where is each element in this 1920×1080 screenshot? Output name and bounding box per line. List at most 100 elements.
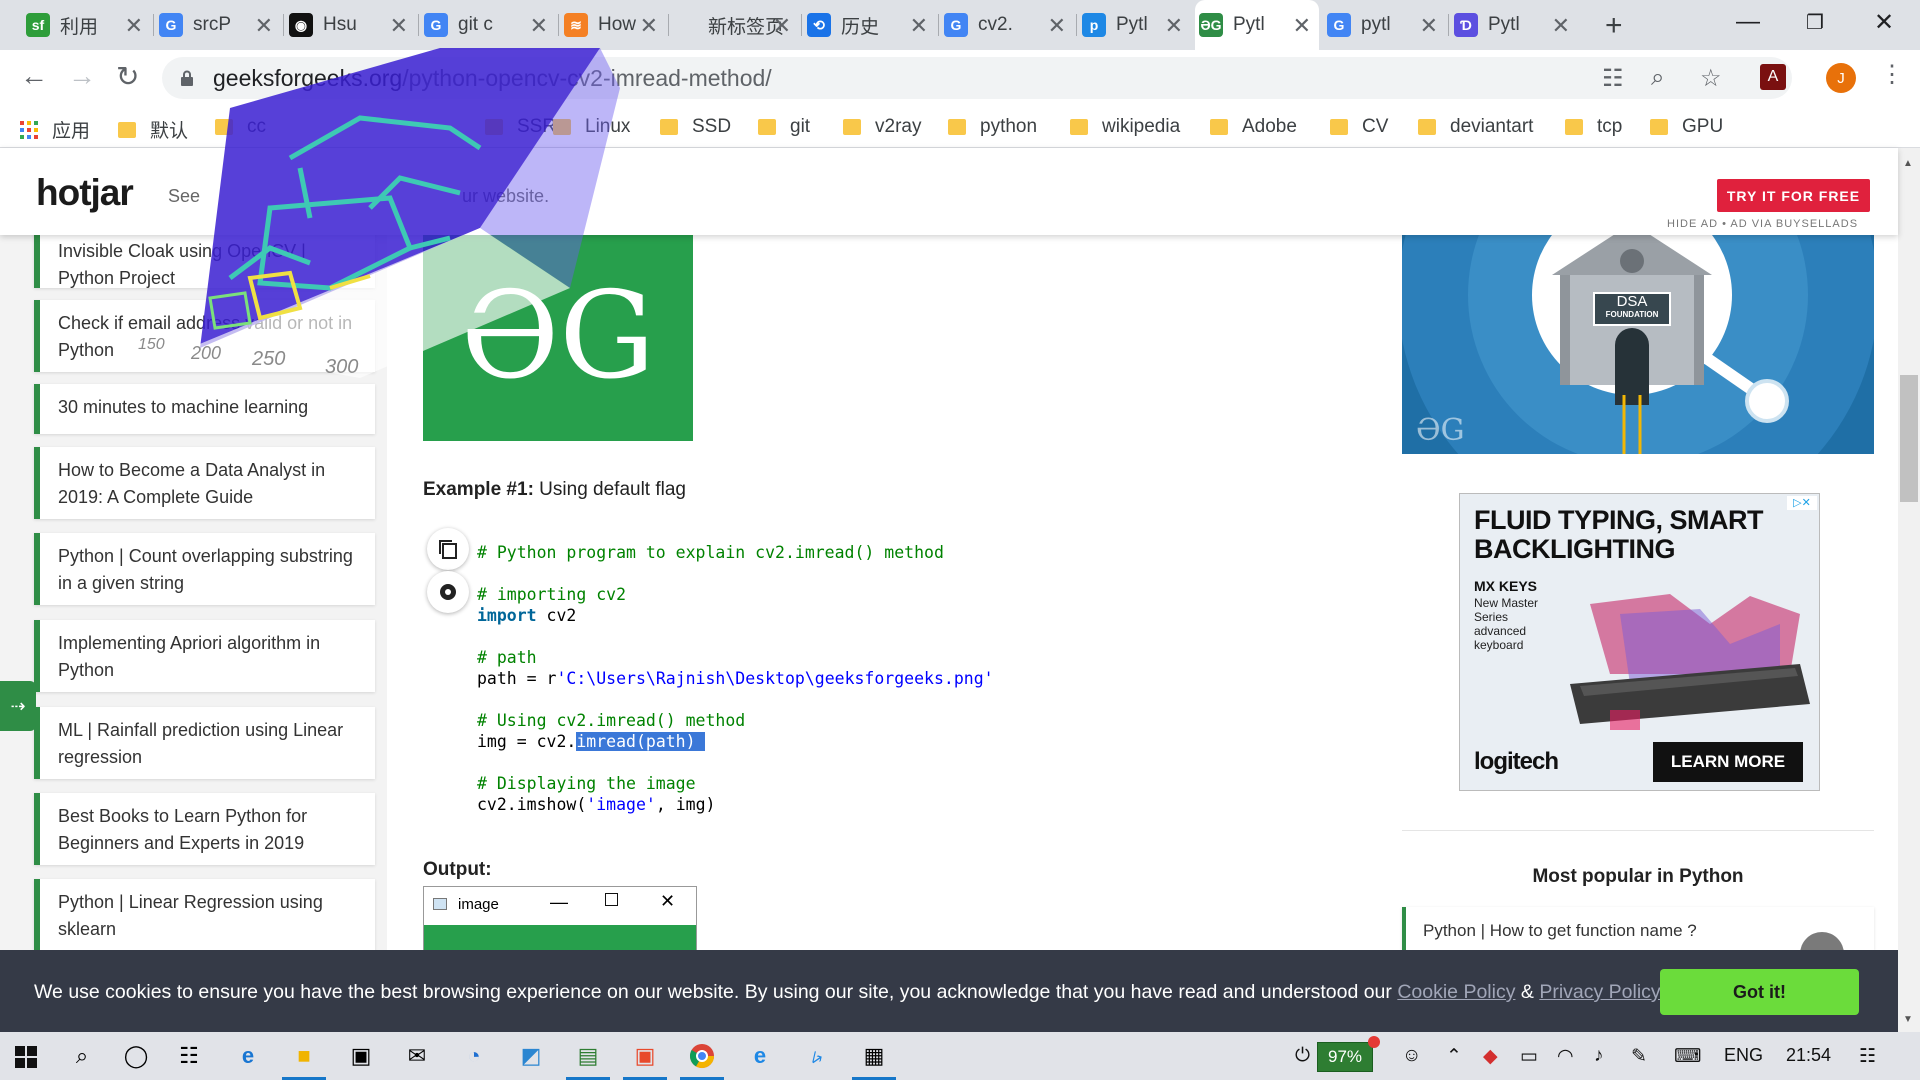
back-icon[interactable]: ← (20, 60, 48, 92)
bookmark-folder[interactable]: 默认 (118, 116, 188, 143)
minimize-icon[interactable]: — (1736, 8, 1760, 36)
browser-tab[interactable]: ◉ Hsu ✕ (285, 0, 416, 50)
sidebar-link[interactable]: How to Become a Data Analyst in 2019: A … (34, 447, 375, 519)
app-icon-3[interactable]: ⭟ (803, 1042, 831, 1070)
action-center-icon[interactable]: ☷ (1859, 1045, 1876, 1068)
notepad-plus-icon[interactable]: ▤ (574, 1042, 602, 1070)
chrome-icon[interactable] (688, 1042, 716, 1070)
bookmark-folder[interactable]: python (948, 116, 1037, 138)
bookmark-folder[interactable]: deviantart (1418, 116, 1533, 138)
bookmark-folder[interactable]: Linux (553, 116, 630, 138)
code-selection[interactable]: imread(path) (576, 732, 706, 751)
language-indicator[interactable]: ENG (1724, 1045, 1763, 1066)
reload-icon[interactable]: ↻ (116, 60, 139, 93)
window-close-icon[interactable]: ✕ (660, 891, 675, 912)
close-window-icon[interactable]: ✕ (1874, 8, 1894, 37)
browser-tab[interactable]: sf 利用 ✕ (22, 0, 151, 50)
bookmark-folder[interactable]: GPU (1650, 116, 1723, 138)
scroll-up-icon[interactable]: ▲ (1903, 158, 1913, 169)
mail-icon[interactable]: ✉ (403, 1042, 431, 1070)
scroll-down-icon[interactable]: ▼ (1903, 1014, 1913, 1025)
tab-close-icon[interactable]: ✕ (255, 13, 273, 39)
browser-tab[interactable]: Ɗ Pytl ✕ (1450, 0, 1578, 50)
browser-tab[interactable]: p Pytl ✕ (1078, 0, 1191, 50)
browser-tab[interactable]: Ggit c ✕ (420, 0, 556, 50)
tab-close-icon[interactable]: ✕ (1293, 13, 1311, 39)
edge-icon[interactable]: e (234, 1042, 262, 1070)
hotjar-logo[interactable]: hotjar (36, 172, 134, 214)
translate-icon[interactable]: ☷ (1602, 64, 1624, 93)
forward-icon[interactable]: → (68, 60, 96, 92)
tab-close-icon[interactable]: ✕ (1420, 13, 1438, 39)
browser-tab[interactable]: ƏG Pytl ✕ (1195, 0, 1319, 50)
bookmark-folder[interactable]: git (758, 116, 810, 138)
profile-avatar[interactable]: J (1826, 63, 1856, 93)
task-view-icon[interactable]: ☷ (175, 1042, 203, 1070)
sidebar-link[interactable]: Python | Count overlapping substring in … (34, 533, 375, 605)
adchoices-icon[interactable]: ▷✕ (1787, 496, 1817, 510)
sidebar-link[interactable]: Invisible Cloak using OpenCV | Python Pr… (34, 226, 375, 288)
bookmark-folder[interactable]: CV (1330, 116, 1388, 138)
volume-icon[interactable]: ♪ (1594, 1045, 1604, 1067)
sidebar-link[interactable]: Best Books to Learn Python for Beginners… (34, 793, 375, 865)
tab-close-icon[interactable]: ✕ (390, 13, 408, 39)
acrobat-icon[interactable]: A (1760, 64, 1786, 90)
run-code-icon[interactable] (427, 571, 469, 613)
browser-tab[interactable]: Gpytl ✕ (1323, 0, 1446, 50)
bookmark-folder[interactable]: v2ray (843, 116, 921, 138)
ie-icon[interactable]: e (746, 1042, 774, 1070)
bookmark-folder[interactable]: tcp (1565, 116, 1622, 138)
tray-expand-icon[interactable]: ⌃ (1446, 1045, 1462, 1068)
tab-close-icon[interactable]: ✕ (1048, 13, 1066, 39)
tab-close-icon[interactable]: ✕ (125, 13, 143, 39)
app-icon-1[interactable]: ◩ (517, 1042, 545, 1070)
bookmark-folder[interactable]: SSD (660, 116, 731, 138)
keyboard-icon[interactable]: ⌨ (1674, 1045, 1701, 1068)
tab-close-icon[interactable]: ✕ (1165, 13, 1183, 39)
search-icon[interactable]: ⌕ (68, 1042, 96, 1070)
sidebar-link[interactable]: 30 minutes to machine learning (34, 384, 375, 434)
browser-tab[interactable]: ≋ How ✕ (560, 0, 666, 50)
bookmark-folder[interactable]: Adobe (1210, 116, 1297, 138)
clock-app-icon[interactable]: ◔ (460, 1042, 488, 1070)
window-maximize-icon[interactable] (605, 893, 618, 906)
hide-ad-link[interactable]: HIDE AD • AD VIA BUYSELLADS (1667, 218, 1858, 230)
people-icon[interactable]: ☺ (1402, 1045, 1421, 1067)
browser-tab[interactable]: 新标签页 ✕ (670, 0, 799, 50)
bookmark-folder[interactable]: SSR (485, 116, 556, 138)
power-plug-icon[interactable]: ⏻ (1295, 1045, 1310, 1067)
antivirus-icon[interactable]: ◆ (1483, 1045, 1498, 1068)
sidebar-link[interactable]: Python | Linear Regression using sklearn (34, 879, 375, 951)
file-explorer-icon[interactable]: ■ (290, 1042, 318, 1070)
logitech-ad[interactable]: FLUID TYPING, SMART BACKLIGHTING MX KEYS… (1459, 493, 1820, 791)
cookie-policy-link[interactable]: Cookie Policy (1397, 981, 1515, 1003)
tab-close-icon[interactable]: ✕ (640, 13, 658, 39)
battery-indicator[interactable]: 97% (1317, 1042, 1373, 1072)
tab-close-icon[interactable]: ✕ (1552, 13, 1570, 39)
privacy-policy-link[interactable]: Privacy Policy (1539, 981, 1660, 1003)
learn-more-button[interactable]: LEARN MORE (1653, 742, 1803, 782)
got-it-button[interactable]: Got it! (1660, 969, 1859, 1015)
cortana-icon[interactable]: ◯ (122, 1042, 150, 1070)
wifi-icon[interactable]: ◠ (1557, 1045, 1574, 1068)
browser-tab[interactable]: GsrcP ✕ (155, 0, 281, 50)
clock[interactable]: 21:54 (1786, 1045, 1831, 1066)
scrollbar-thumb[interactable] (1900, 375, 1918, 502)
tab-close-icon[interactable]: ✕ (530, 13, 548, 39)
windows-start-icon[interactable] (15, 1046, 37, 1068)
app-icon-4[interactable]: ▦ (860, 1042, 888, 1070)
apps-shortcut[interactable]: 应用 (20, 116, 90, 143)
browser-tab[interactable]: ⟲ 历史 ✕ (803, 0, 936, 50)
bookmark-folder[interactable]: wikipedia (1070, 116, 1180, 138)
page-scrollbar[interactable] (1898, 148, 1920, 1032)
window-minimize-icon[interactable]: — (550, 892, 568, 913)
url-text[interactable]: geeksforgeeks.org/python-opencv-cv2-imre… (213, 65, 772, 92)
pen-icon[interactable]: ✎ (1631, 1045, 1647, 1068)
sidebar-toggle-icon[interactable]: ⇢ (0, 681, 36, 731)
bookmark-folder[interactable]: cc (215, 116, 266, 138)
tab-close-icon[interactable]: ✕ (910, 13, 928, 39)
tab-close-icon[interactable]: ✕ (773, 13, 791, 39)
sidebar-link[interactable]: Implementing Apriori algorithm in Python (34, 620, 375, 692)
app-icon-2[interactable]: ▣ (631, 1042, 659, 1070)
sidebar-link[interactable]: ML | Rainfall prediction using Linear re… (34, 707, 375, 779)
